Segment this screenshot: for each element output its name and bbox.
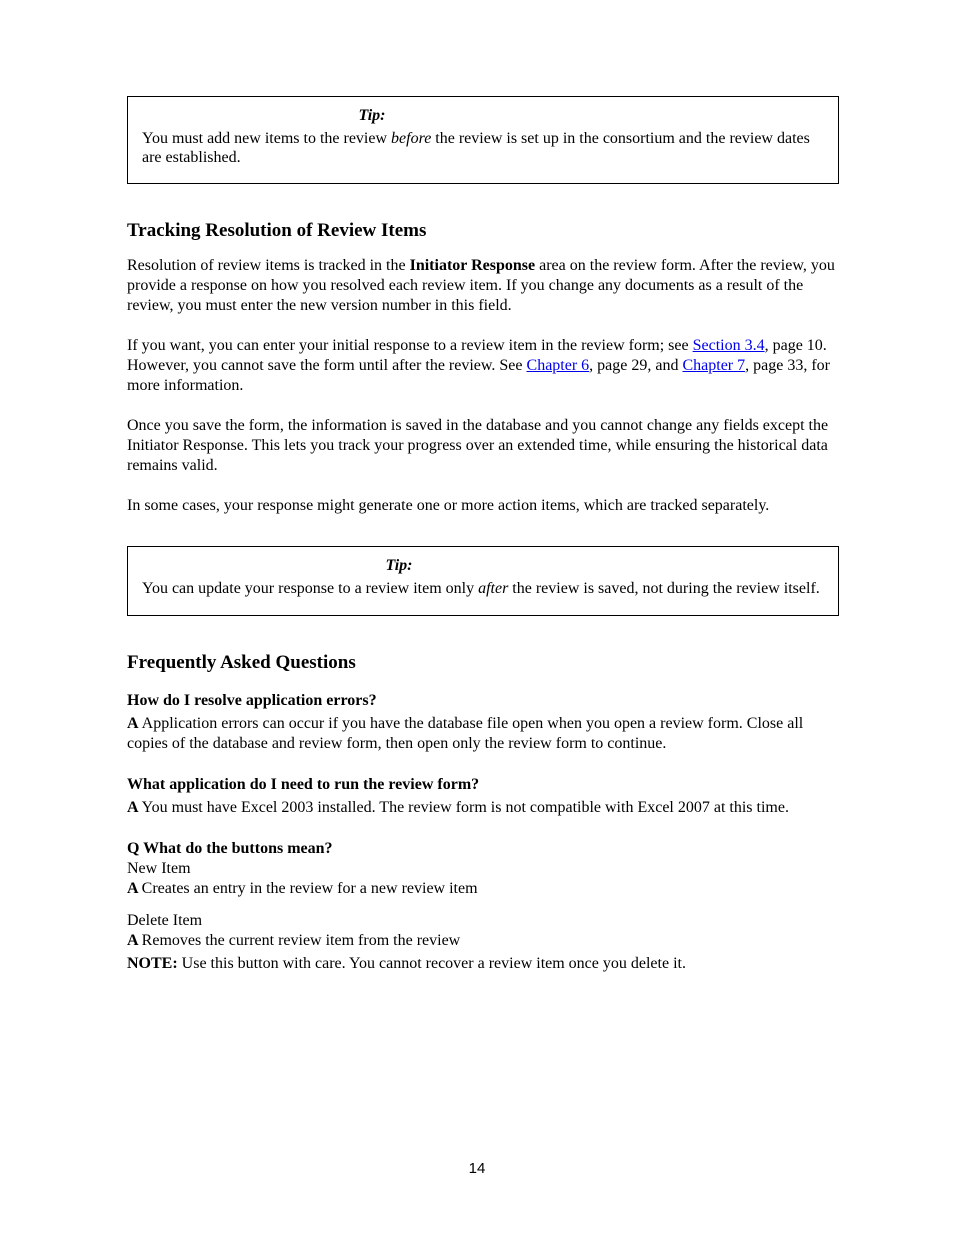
faq-q3: Q What do the buttons mean?	[127, 840, 839, 858]
page-number: 14	[0, 1160, 954, 1177]
faq-item-1: How do I resolve application errors? A A…	[127, 692, 839, 754]
faq-q3-sub1: New Item	[127, 860, 839, 878]
faq-item-3: Q What do the buttons mean? New Item A C…	[127, 840, 839, 898]
section-8-p2: If you want, you can enter your initial …	[127, 336, 839, 396]
tip1-text: You must add new items to the review bef…	[142, 129, 824, 167]
faq-q2: What application do I need to run the re…	[127, 776, 839, 794]
section-8-p3: Once you save the form, the information …	[127, 416, 839, 476]
tip2-label: Tip:	[0, 557, 824, 575]
section-9-title: Frequently Asked Questions	[127, 652, 839, 674]
faq-a1: A Application errors can occur if you ha…	[127, 714, 839, 754]
section-8-p4: In some cases, your response might gener…	[127, 496, 839, 516]
tip1-label: Tip:	[0, 107, 824, 125]
faq-a2: A You must have Excel 2003 installed. Th…	[127, 798, 839, 818]
faq-q1: How do I resolve application errors?	[127, 692, 839, 710]
faq-q3-sub2: Delete Item	[127, 912, 839, 930]
faq-note: NOTE: Use this button with care. You can…	[127, 954, 839, 974]
faq-item-4: Delete Item A Removes the current review…	[127, 912, 839, 974]
tip-box-update-response: Tip: You can update your response to a r…	[127, 546, 839, 615]
tip-box-add-items: Tip: You must add new items to the revie…	[127, 96, 839, 184]
link-chapter-7[interactable]: Chapter 7	[682, 357, 745, 374]
section-8-p1: Resolution of review items is tracked in…	[127, 256, 839, 316]
faq-a3-sub1: A Creates an entry in the review for a n…	[127, 880, 839, 898]
section-8-title: Tracking Resolution of Review Items	[127, 220, 839, 242]
link-chapter-6[interactable]: Chapter 6	[527, 357, 590, 374]
tip2-text: You can update your response to a review…	[142, 579, 824, 598]
faq-item-2: What application do I need to run the re…	[127, 776, 839, 818]
link-section-3-4[interactable]: Section 3.4	[693, 337, 765, 354]
faq-a3-sub2: A Removes the current review item from t…	[127, 932, 839, 950]
